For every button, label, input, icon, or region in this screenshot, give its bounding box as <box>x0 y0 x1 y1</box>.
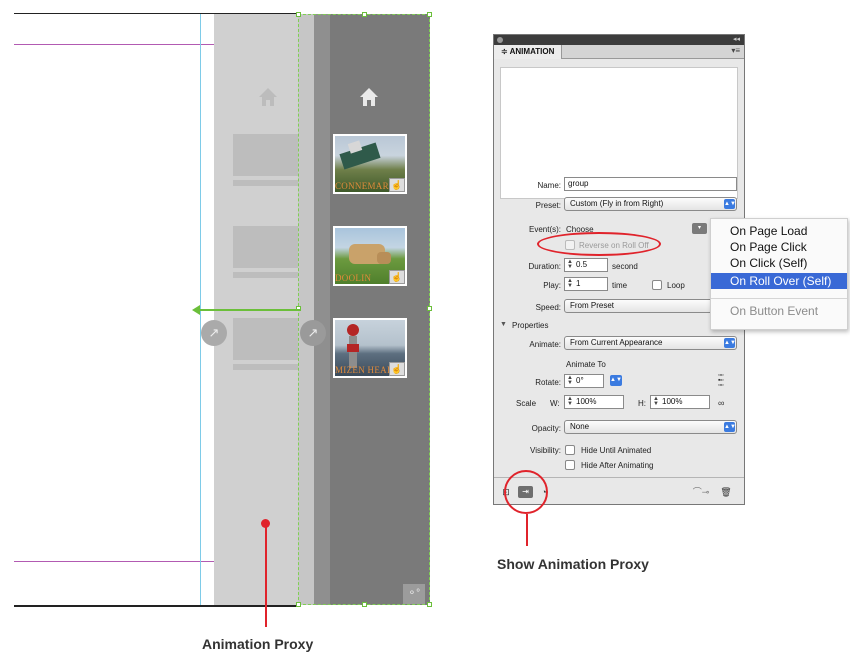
scale-w-value: 100% <box>576 397 597 406</box>
selection-frame[interactable] <box>298 14 430 605</box>
events-label: Event(s): <box>528 225 561 234</box>
motion-path[interactable] <box>196 309 300 311</box>
properties-label: Properties <box>512 321 549 330</box>
scale-w-label: W: <box>550 399 560 408</box>
panel-titlebar: ◂◂ <box>494 35 744 45</box>
name-label: Name: <box>537 181 561 190</box>
selection-handle[interactable] <box>427 12 432 17</box>
visibility-label: Visibility: <box>530 446 561 455</box>
selection-handle[interactable] <box>427 602 432 607</box>
proxy-label-placeholder <box>233 364 307 370</box>
opacity-label: Opacity: <box>531 424 561 433</box>
selection-handle[interactable] <box>362 12 367 17</box>
stepper-arrows-icon[interactable]: ▲ ▼ <box>566 375 574 386</box>
preset-value: Custom (Fly in from Right) <box>570 199 664 208</box>
play-label: Play: <box>543 281 561 290</box>
speed-label: Speed: <box>535 303 561 312</box>
object-states-icon[interactable]: ⚬° <box>403 584 425 604</box>
animate-select[interactable]: From Current Appearance ▲▼ <box>564 336 737 350</box>
menu-item-on-page-click[interactable]: On Page Click <box>711 239 847 255</box>
close-icon[interactable] <box>497 37 503 43</box>
menu-separator <box>711 298 847 299</box>
constrain-proportions-icon[interactable]: ∞ <box>718 398 724 408</box>
selection-handle[interactable] <box>296 12 301 17</box>
loop-label: Loop <box>667 281 685 290</box>
collapse-icon[interactable]: ◂◂ <box>733 35 740 43</box>
stepper-arrows-icon[interactable]: ▲ ▼ <box>566 259 574 270</box>
play-unit: time <box>612 281 628 290</box>
rotate-label: Rotate: <box>535 378 561 387</box>
page-bottom-edge <box>14 605 300 607</box>
proxy-thumb-placeholder <box>233 318 307 360</box>
loop-checkbox[interactable] <box>652 280 662 290</box>
animation-proxy-caption: Animation Proxy <box>202 636 314 652</box>
proxy-arrow-button: ↗ <box>201 320 227 346</box>
hide-after-animating-label: Hide After Animating <box>581 461 654 470</box>
reverse-highlight-circle <box>537 232 661 256</box>
animate-value: From Current Appearance <box>570 338 663 347</box>
select-arrow-icon: ▲▼ <box>724 338 736 348</box>
convert-to-motion-path-icon[interactable]: ⌒⊸ <box>690 487 712 498</box>
proxy-button-highlight-circle <box>504 470 548 514</box>
speed-value: From Preset <box>570 301 615 310</box>
proxy-label-placeholder <box>233 180 307 186</box>
menu-item-on-button-event[interactable]: On Button Event <box>711 303 847 319</box>
selection-handle[interactable] <box>362 602 367 607</box>
show-animation-proxy-caption: Show Animation Proxy <box>497 556 649 572</box>
play-stepper[interactable]: ▲ ▼ 1 <box>564 277 608 291</box>
stepper-arrows-icon[interactable]: ▲ ▼ <box>566 396 574 407</box>
callout-line <box>526 514 528 546</box>
rotate-select-arrow-icon[interactable]: ▲▼ <box>610 375 622 386</box>
duration-value: 0.5 <box>576 260 588 269</box>
duration-label: Duration: <box>528 262 561 271</box>
animate-to-label: Animate To <box>566 360 606 369</box>
scale-h-stepper[interactable]: ▲ ▼ 100% <box>650 395 710 409</box>
proxy-thumb-placeholder <box>233 134 307 176</box>
preset-select[interactable]: Custom (Fly in from Right) ▲▼ <box>564 197 737 211</box>
trash-icon[interactable]: 🗑 <box>720 487 732 498</box>
duration-unit: second <box>612 262 638 271</box>
rotate-value: 0° <box>576 376 584 385</box>
scale-h-label: H: <box>638 399 646 408</box>
selection-handle[interactable] <box>296 602 301 607</box>
events-dropdown-button[interactable]: ▾ <box>692 223 707 234</box>
properties-disclosure-icon[interactable]: ▼ <box>500 321 507 328</box>
menu-item-on-click-self[interactable]: On Click (Self) <box>711 255 847 271</box>
rotate-stepper[interactable]: ▲ ▼ 0° <box>564 374 604 388</box>
name-field[interactable]: group <box>564 177 737 191</box>
proxy-thumb-placeholder <box>233 226 307 268</box>
panel-tab-bar: ≑ ANIMATION ▾≡ <box>494 45 744 59</box>
play-value: 1 <box>576 279 581 288</box>
select-arrow-icon: ▲▼ <box>724 422 736 432</box>
tab-animation[interactable]: ≑ ANIMATION <box>494 45 563 59</box>
panel-menu-icon[interactable]: ▾≡ <box>731 46 740 55</box>
duration-stepper[interactable]: ▲ ▼ 0.5 <box>564 258 608 272</box>
select-arrow-icon: ▲▼ <box>724 199 736 209</box>
scale-w-stepper[interactable]: ▲ ▼ 100% <box>564 395 624 409</box>
proxy-home-icon <box>257 86 279 113</box>
reference-point-icon[interactable]: ▫▫▫ ▪▫▫ ▫▫▫ <box>718 372 731 389</box>
opacity-value: None <box>570 422 590 431</box>
hide-after-animating-checkbox[interactable] <box>565 460 575 470</box>
stepper-arrows-icon[interactable]: ▲ ▼ <box>652 396 660 407</box>
scale-label: Scale <box>516 399 537 408</box>
menu-item-on-page-load[interactable]: On Page Load <box>711 223 847 239</box>
selection-handle[interactable] <box>427 306 432 311</box>
proxy-label-placeholder <box>233 272 307 278</box>
motion-path-start-icon <box>192 305 200 315</box>
preset-label: Preset: <box>535 201 561 210</box>
menu-item-on-roll-over-self[interactable]: On Roll Over (Self) <box>711 273 847 289</box>
hide-until-animated-checkbox[interactable] <box>565 445 575 455</box>
scale-h-value: 100% <box>662 397 683 406</box>
animate-label: Animate: <box>529 340 561 349</box>
animation-panel: ◂◂ ≑ ANIMATION ▾≡ Name: group Preset: Cu… <box>493 34 745 505</box>
opacity-select[interactable]: None ▲▼ <box>564 420 737 434</box>
hide-until-animated-label: Hide Until Animated <box>581 446 652 455</box>
stepper-arrows-icon[interactable]: ▲ ▼ <box>566 278 574 289</box>
callout-line <box>265 526 267 627</box>
events-menu: On Page Load On Page Click On Click (Sel… <box>710 218 848 330</box>
